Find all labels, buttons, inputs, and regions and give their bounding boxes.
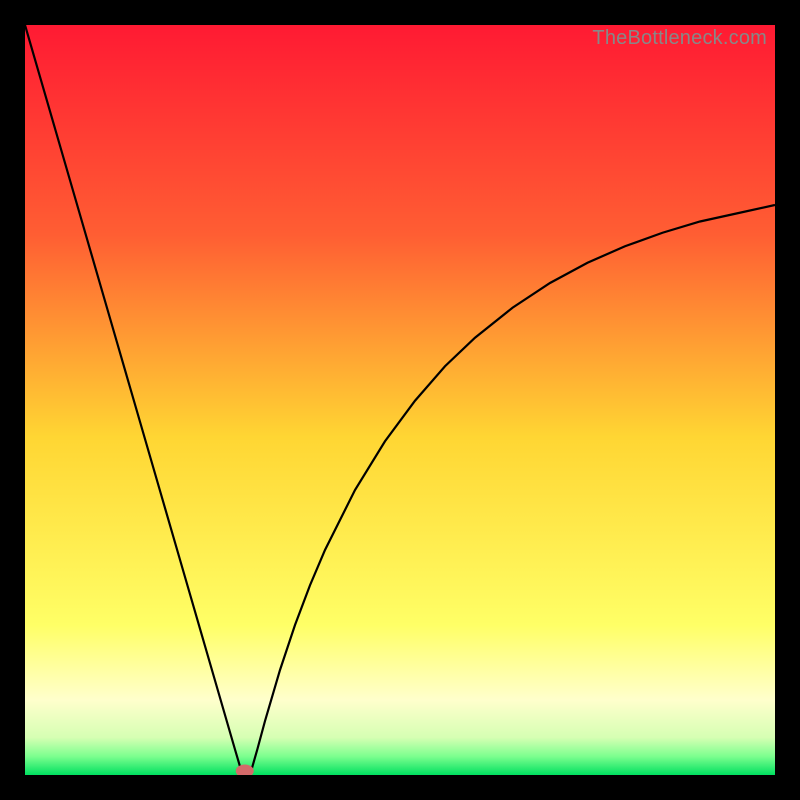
chart-frame: TheBottleneck.com bbox=[25, 25, 775, 775]
gradient-background bbox=[25, 25, 775, 775]
bottleneck-chart bbox=[25, 25, 775, 775]
watermark-text: TheBottleneck.com bbox=[592, 27, 767, 50]
